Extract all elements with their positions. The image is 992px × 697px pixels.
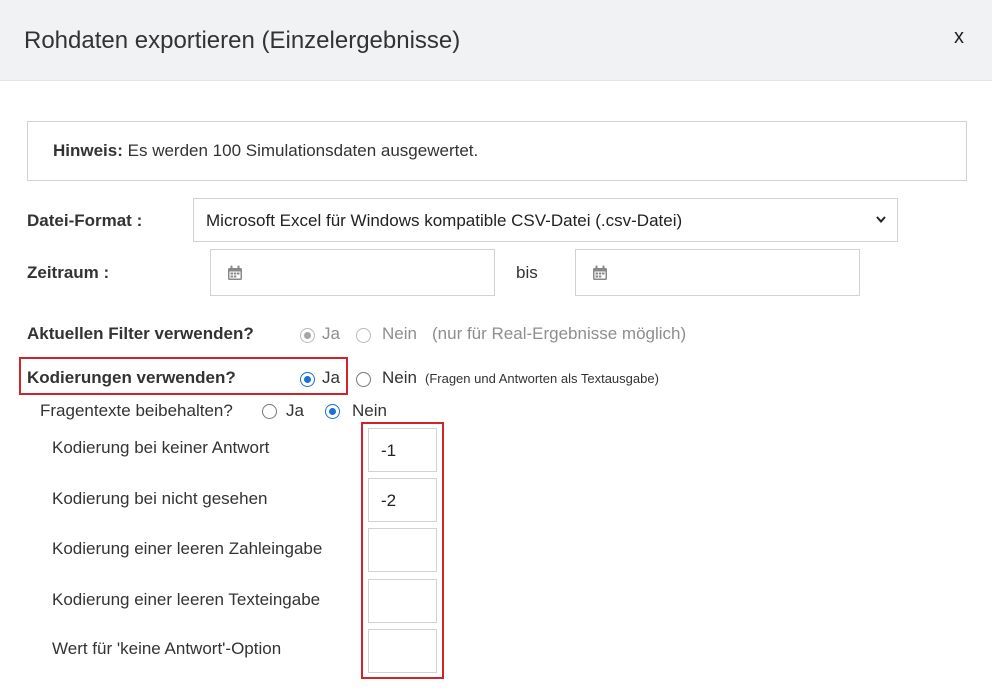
current-filter-yes-label: Ja <box>322 324 340 343</box>
coding-not-seen-label: Kodierung bei nicht gesehen <box>52 489 268 508</box>
keep-question-texts-no-label: Nein <box>352 401 387 420</box>
no-answer-option-value-input[interactable] <box>368 629 437 673</box>
coding-empty-text-input[interactable] <box>368 579 437 623</box>
dialog-header: Rohdaten exportieren (Einzelergebnisse) … <box>0 0 992 81</box>
codings-yes-label: Ja <box>322 368 340 387</box>
keep-question-texts-yes-radio[interactable] <box>262 404 277 419</box>
dialog-title: Rohdaten exportieren (Einzelergebnisse) <box>24 27 461 54</box>
notice-box: Hinweis: Es werden 100 Simulationsdaten … <box>27 121 967 181</box>
current-filter-label: Aktuellen Filter verwenden? <box>27 324 254 343</box>
period-separator: bis <box>516 263 538 282</box>
codings-no-radio[interactable] <box>356 372 371 387</box>
current-filter-no-radio[interactable] <box>356 328 371 343</box>
current-filter-note: (nur für Real-Ergebnisse möglich) <box>432 324 687 343</box>
file-format-select[interactable]: Microsoft Excel für Windows kompatible C… <box>193 198 898 242</box>
period-from-input[interactable] <box>210 249 495 296</box>
codings-yes-radio[interactable] <box>300 372 315 387</box>
codings-note: (Fragen und Antworten als Textausgabe) <box>425 371 659 386</box>
file-format-label: Datei-Format : <box>27 211 143 230</box>
coding-empty-number-label: Kodierung einer leeren Zahleingabe <box>52 539 323 558</box>
chevron-down-icon <box>876 216 886 224</box>
close-button[interactable]: x <box>954 26 964 49</box>
no-answer-option-value-label: Wert für 'keine Antwort'-Option <box>52 639 282 658</box>
coding-no-answer-label: Kodierung bei keiner Antwort <box>52 438 270 457</box>
keep-question-texts-label: Fragentexte beibehalten? <box>40 401 233 420</box>
codings-label: Kodierungen verwenden? <box>27 368 236 387</box>
keep-question-texts-yes-label: Ja <box>286 401 304 420</box>
calendar-icon <box>593 265 607 280</box>
period-label: Zeitraum : <box>27 263 110 282</box>
keep-question-texts-no-radio[interactable] <box>325 404 340 419</box>
notice-text: Es werden 100 Simulationsdaten ausgewert… <box>122 141 479 160</box>
calendar-icon <box>228 265 242 280</box>
codings-no-label: Nein <box>382 368 417 387</box>
coding-empty-text-label: Kodierung einer leeren Texteingabe <box>52 590 321 609</box>
period-to-input[interactable] <box>575 249 860 296</box>
coding-empty-number-input[interactable] <box>368 528 437 572</box>
current-filter-no-label: Nein <box>382 324 417 343</box>
current-filter-yes-radio[interactable] <box>300 328 315 343</box>
coding-no-answer-input[interactable]: -1 <box>368 428 437 472</box>
notice-label: Hinweis: <box>53 141 123 160</box>
coding-no-answer-value: -1 <box>381 441 397 460</box>
file-format-selected: Microsoft Excel für Windows kompatible C… <box>206 211 683 230</box>
coding-not-seen-input[interactable]: -2 <box>368 478 437 522</box>
coding-not-seen-value: -2 <box>381 491 397 510</box>
